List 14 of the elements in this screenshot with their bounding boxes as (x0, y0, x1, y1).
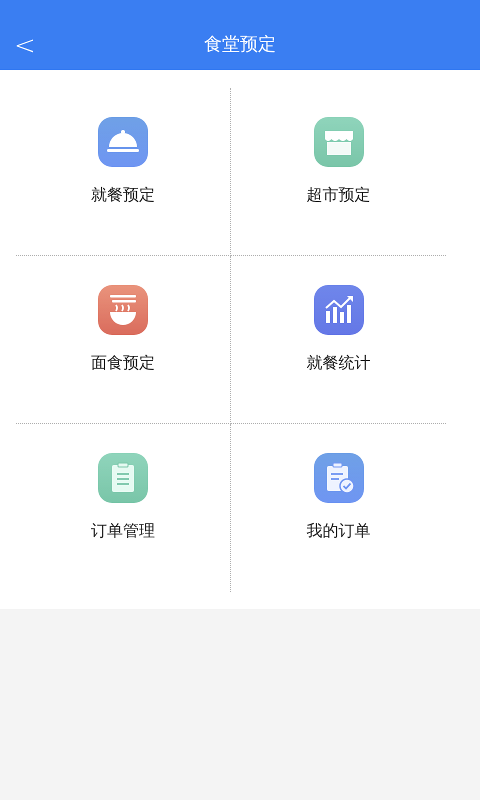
menu-tile[interactable]: 超市预定 (231, 88, 446, 256)
menu-tile[interactable]: 面食预定 (16, 256, 231, 424)
menu-tile[interactable]: 订单管理 (16, 424, 231, 592)
back-button[interactable]: < (14, 33, 36, 59)
menu-tile[interactable]: 就餐预定 (16, 88, 231, 256)
food-cover-icon (98, 117, 148, 167)
page-title: 食堂预定 (204, 32, 276, 56)
noodle-bowl-icon (98, 285, 148, 335)
bar-chart-icon (314, 285, 364, 335)
menu-tile[interactable]: 就餐统计 (231, 256, 446, 424)
clipboard-check-icon (314, 453, 364, 503)
menu-tile[interactable]: 我的订单 (231, 424, 446, 592)
clipboard-icon (98, 453, 148, 503)
shop-icon (314, 117, 364, 167)
